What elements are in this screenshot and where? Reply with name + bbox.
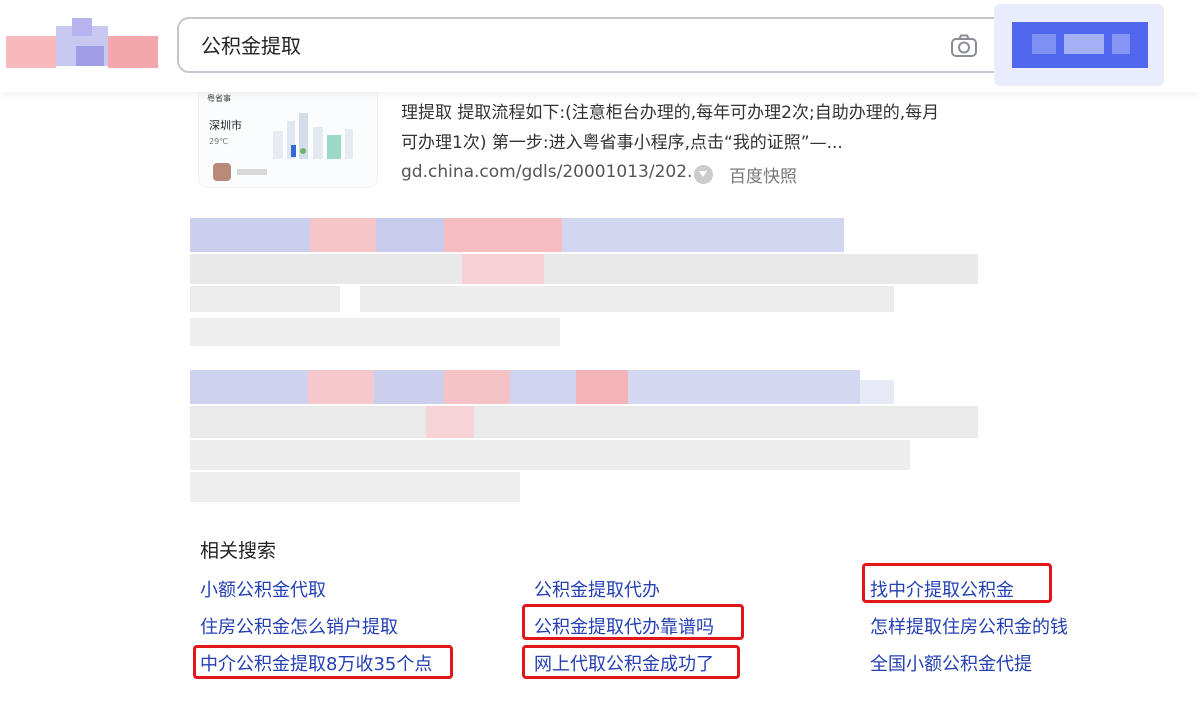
thumb-app-name: 粤省事 — [207, 94, 231, 103]
result-snippet: 理提取 提取流程如下:(注意柜台办理的,每年可办理2次;自助办理的,每月 可办理… — [401, 98, 981, 158]
related-search-title: 相关搜索 — [200, 540, 277, 562]
result-thumbnail[interactable]: 粤省事 深圳市 29℃ — [198, 84, 378, 188]
site-logo[interactable] — [6, 18, 158, 70]
camera-icon[interactable] — [949, 31, 979, 61]
related-link-1[interactable]: 小额公积金代取 — [200, 576, 326, 602]
thumb-avatar — [213, 163, 231, 181]
snapshot-icon[interactable] — [694, 165, 713, 184]
thumb-text-bar — [237, 169, 267, 175]
related-link-4[interactable]: 住房公积金怎么销户提取 — [200, 613, 398, 639]
snippet-line-2: 可办理1次) 第一步:进入粤省事小程序,点击“我的证照”—... — [401, 133, 843, 153]
highlight-box-related-3 — [862, 563, 1052, 603]
result-url[interactable]: gd.china.com/gdls/20001013/202... — [401, 162, 703, 182]
related-link-2[interactable]: 公积金提取代办 — [534, 576, 660, 602]
snapshot-link[interactable]: 百度快照 — [729, 162, 797, 187]
search-query-text: 公积金提取 — [201, 34, 301, 58]
thumb-city: 深圳市 — [209, 119, 242, 132]
snippet-line-1: 理提取 提取流程如下:(注意柜台办理的,每年可办理2次;自助办理的,每月 — [401, 103, 940, 123]
search-button[interactable] — [994, 4, 1164, 86]
highlight-box-related-5 — [522, 604, 744, 640]
search-header: 公积金提取 — [0, 0, 1200, 92]
related-link-9[interactable]: 全国小额公积金代提 — [870, 650, 1032, 676]
highlight-box-related-7 — [193, 645, 453, 679]
highlight-box-related-8 — [522, 645, 740, 679]
related-link-6[interactable]: 怎样提取住房公积金的钱 — [870, 613, 1068, 639]
search-input[interactable]: 公积金提取 — [177, 17, 1001, 73]
thumb-weather: 29℃ — [209, 137, 229, 146]
skyline-illustration — [273, 113, 353, 159]
